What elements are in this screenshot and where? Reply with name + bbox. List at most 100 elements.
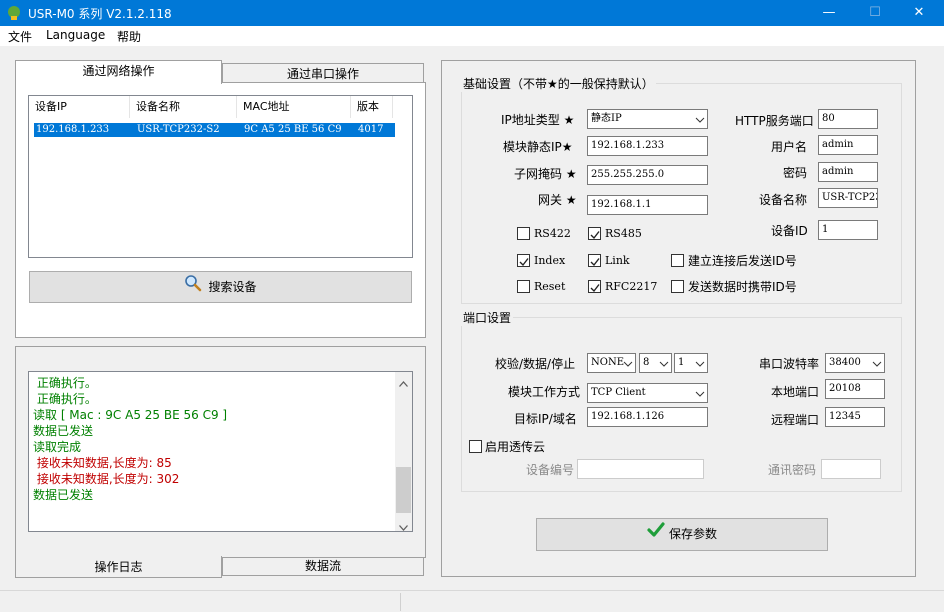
minimize-button[interactable]: — — [806, 0, 852, 26]
index-checkbox[interactable] — [517, 254, 530, 267]
log-scrollbar[interactable] — [395, 372, 412, 531]
menu-language[interactable]: Language — [46, 28, 105, 42]
tab-data-stream[interactable]: 数据流 — [222, 557, 424, 576]
local-port-field[interactable]: 20108 — [825, 379, 885, 399]
stop-bits-select[interactable]: 1 — [674, 353, 708, 373]
static-ip-label: 模块静态IP★ — [503, 140, 573, 154]
device-id-label: 设备ID — [771, 224, 808, 238]
status-divider — [400, 593, 401, 611]
col-header-name[interactable]: 设备名称 — [130, 96, 237, 118]
link-label: Link — [605, 254, 630, 267]
cell-mac: 9C A5 25 BE 56 C9 — [244, 124, 342, 135]
data-bits-select[interactable]: 8 — [639, 353, 672, 373]
search-devices-button[interactable]: 搜索设备 — [29, 271, 412, 303]
enable-cloud-checkbox[interactable] — [469, 440, 482, 453]
ip-type-label: IP地址类型 ★ — [501, 113, 575, 127]
log-line: 接收未知数据,长度为: 302 — [33, 472, 180, 486]
remote-port-field[interactable]: 12345 — [825, 407, 885, 427]
target-ip-label: 目标IP/域名 — [514, 412, 577, 426]
rfc2217-checkbox[interactable] — [588, 280, 601, 293]
col-header-mac[interactable]: MAC地址 — [237, 96, 351, 118]
log-line: 数据已发送 — [33, 424, 94, 438]
password-field[interactable]: admin — [818, 162, 878, 182]
data-bits-value: 8 — [643, 357, 650, 368]
search-devices-label: 搜索设备 — [208, 280, 257, 294]
gateway-field[interactable]: 192.168.1.1 — [587, 195, 708, 215]
device-name-field[interactable]: USR-TCP23 — [818, 188, 878, 208]
chevron-down-icon — [695, 358, 705, 368]
rs422-checkbox[interactable] — [517, 227, 530, 240]
reset-label: Reset — [534, 280, 566, 293]
device-no-label: 设备编号 — [526, 463, 575, 477]
log-line: 读取 [ Mac : 9C A5 25 BE 56 C9 ] — [33, 408, 228, 422]
checkmark-icon — [590, 256, 600, 267]
work-mode-select[interactable]: TCP Client — [587, 383, 708, 403]
table-row[interactable]: 192.168.1.233 USR-TCP232-S2 9C A5 25 BE … — [34, 123, 395, 137]
device-name-label: 设备名称 — [759, 193, 808, 207]
work-mode-label: 模块工作方式 — [508, 385, 581, 399]
device-id-field[interactable]: 1 — [818, 220, 878, 240]
subnet-field[interactable]: 255.255.255.0 — [587, 165, 708, 185]
save-params-label: 保存参数 — [668, 527, 717, 541]
cell-version: 4017 — [358, 124, 384, 135]
col-header-ip[interactable]: 设备IP — [29, 96, 130, 118]
http-port-field[interactable]: 80 — [818, 109, 878, 129]
rs485-checkbox[interactable] — [588, 227, 601, 240]
menu-help[interactable]: 帮助 — [117, 28, 141, 45]
chevron-down-icon — [872, 358, 882, 368]
remote-port-label: 远程端口 — [771, 413, 820, 427]
send-id-on-connect-label: 建立连接后发送ID号 — [688, 254, 797, 268]
tab-operation-log[interactable]: 操作日志 — [15, 556, 222, 578]
log-line: 正确执行。 — [33, 392, 97, 406]
port-settings-title: 端口设置 — [461, 309, 514, 326]
log-scroll-thumb[interactable] — [396, 467, 411, 513]
scroll-down-icon[interactable] — [399, 520, 408, 531]
chevron-down-icon — [695, 388, 705, 398]
send-id-with-data-checkbox[interactable] — [671, 280, 684, 293]
target-ip-field[interactable]: 192.168.1.126 — [587, 407, 708, 427]
baud-label: 串口波特率 — [759, 357, 820, 371]
tab-network[interactable]: 通过网络操作 — [15, 60, 222, 84]
baud-select[interactable]: 38400 — [825, 353, 885, 373]
close-button[interactable]: ✕ — [896, 0, 942, 26]
col-header-version[interactable]: 版本 — [351, 96, 393, 118]
chevron-down-icon — [695, 114, 705, 124]
send-id-with-data-label: 发送数据时携带ID号 — [688, 280, 797, 294]
username-field[interactable]: admin — [818, 135, 878, 155]
reset-checkbox[interactable] — [517, 280, 530, 293]
maximize-button[interactable]: ☐ — [852, 0, 898, 26]
comm-password-label: 通讯密码 — [768, 463, 817, 477]
comm-password-field[interactable] — [821, 459, 881, 479]
menu-file[interactable]: 文件 — [8, 28, 32, 45]
parity-label: 校验/数据/停止 — [495, 357, 576, 371]
device-no-field[interactable] — [577, 459, 704, 479]
link-checkbox[interactable] — [588, 254, 601, 267]
checkmark-icon — [590, 229, 600, 240]
parity-select[interactable]: NONE — [587, 353, 636, 373]
username-label: 用户名 — [771, 140, 808, 154]
index-label: Index — [534, 254, 566, 267]
gateway-label: 网关 ★ — [538, 193, 577, 207]
log-line: 数据已发送 — [33, 488, 94, 502]
parity-value: NONE — [591, 357, 624, 368]
ip-type-select[interactable]: 静态IP — [587, 109, 708, 129]
log-text-area[interactable]: 正确执行。 正确执行。 读取 [ Mac : 9C A5 25 BE 56 C9… — [28, 371, 413, 532]
baud-value: 38400 — [829, 357, 861, 368]
stop-bits-value: 1 — [678, 357, 685, 368]
work-mode-value: TCP Client — [591, 387, 646, 398]
save-params-button[interactable]: 保存参数 — [536, 518, 828, 551]
chevron-down-icon — [623, 358, 633, 368]
subnet-label: 子网掩码 ★ — [514, 167, 577, 181]
cell-ip: 192.168.1.233 — [36, 124, 110, 135]
check-icon — [647, 519, 665, 550]
enable-cloud-label: 启用透传云 — [485, 440, 546, 454]
search-icon — [184, 273, 202, 303]
local-port-label: 本地端口 — [771, 385, 820, 399]
log-line: 读取完成 — [33, 440, 82, 454]
scroll-up-icon[interactable] — [399, 376, 408, 390]
http-port-label: HTTP服务端口 — [735, 114, 814, 128]
basic-settings-title: 基础设置（不带★的一般保持默认） — [461, 75, 656, 92]
static-ip-field[interactable]: 192.168.1.233 — [587, 136, 708, 156]
send-id-on-connect-checkbox[interactable] — [671, 254, 684, 267]
checkmark-icon — [590, 282, 600, 293]
